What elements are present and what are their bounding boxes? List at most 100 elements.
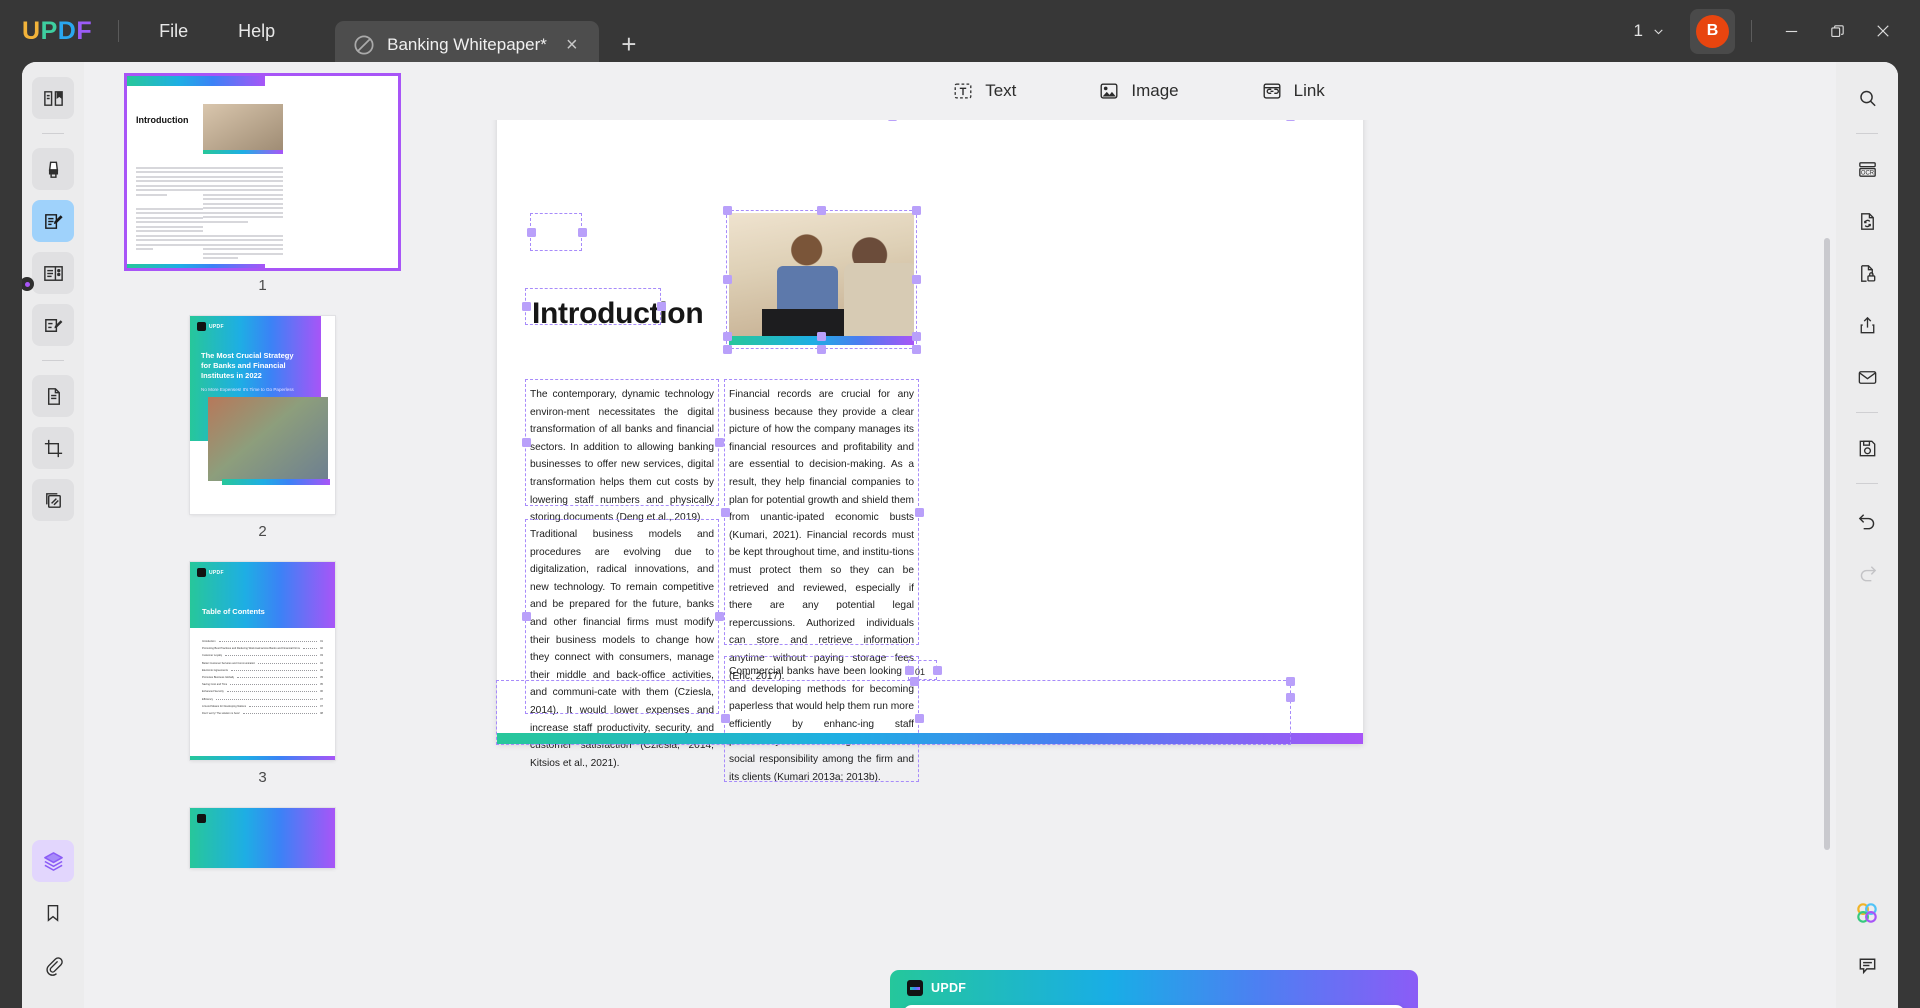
toc-row: Electronic Agreements 04 <box>202 669 323 672</box>
share-upload-icon[interactable] <box>1846 304 1888 346</box>
paragraph-left-2-handle-r[interactable] <box>715 612 724 621</box>
thumb-col-left-1 <box>136 164 203 253</box>
sidebar-item-layers[interactable] <box>32 840 74 882</box>
tab-close-icon[interactable]: × <box>559 34 585 57</box>
tab-title: Banking Whitepaper* <box>387 35 547 54</box>
paragraph-left-1[interactable]: The contemporary, dynamic technology env… <box>530 386 714 527</box>
header-handle-bm[interactable] <box>888 120 897 121</box>
thumb-photo-bar-1 <box>203 150 283 154</box>
toc-row-dots <box>249 705 318 707</box>
convert-file-icon[interactable] <box>1846 200 1888 242</box>
sidebar-item-bookmarks[interactable] <box>32 892 74 934</box>
thumb-brand-3: UPDF <box>197 568 224 577</box>
thumbnail-panel[interactable]: Introduction 1 UPDF The Most Crucial Str… <box>84 62 441 1008</box>
sidebar-item-fill-sign[interactable] <box>32 304 74 346</box>
toc-row-dots <box>302 648 318 650</box>
logo-letter-u: U <box>22 16 41 45</box>
empty-textbox-selection[interactable] <box>530 213 582 251</box>
envelope-icon[interactable] <box>1846 356 1888 398</box>
tool-add-text[interactable]: Text <box>939 73 1029 109</box>
sidebar-item-reader[interactable] <box>32 77 74 119</box>
thumbnail-page-3[interactable]: UPDF Table of Contents Introduction 01 Pro… <box>190 562 335 786</box>
photo-handle-bm[interactable] <box>817 345 826 354</box>
close-icon[interactable] <box>1860 11 1906 51</box>
footer-handle-tr[interactable] <box>1286 677 1295 686</box>
header-handle-br[interactable] <box>1286 120 1295 121</box>
thumb-brand-4 <box>197 814 206 823</box>
page-canvas[interactable]: Introduction The contemporary, dynamic t… <box>441 120 1836 1008</box>
window-controls-divider <box>1751 20 1752 42</box>
toc-row-label: A Good Means for Developing Nations <box>202 704 247 708</box>
tool-add-link[interactable]: Link <box>1248 73 1338 109</box>
minimize-icon[interactable] <box>1768 11 1814 51</box>
image-icon <box>1098 80 1120 102</box>
thumbnail-page-1[interactable]: Introduction 1 <box>127 76 398 294</box>
tool-add-text-label: Text <box>985 81 1017 100</box>
account-button[interactable]: B <box>1690 8 1735 54</box>
toc-row-page: 04 <box>320 661 323 665</box>
paragraph-right-2[interactable]: Commercial banks have been looking at an… <box>729 663 914 786</box>
empty-textbox-handle-l[interactable] <box>527 228 536 237</box>
toc-row-dots <box>230 669 318 671</box>
sidebar-item-annotate[interactable] <box>32 148 74 190</box>
toc-row: Introduction 01 <box>202 640 323 643</box>
right-rail-divider-1 <box>1856 133 1878 134</box>
paragraph-left-1-handle-r[interactable] <box>715 438 724 447</box>
sidebar-item-organize[interactable] <box>32 252 74 294</box>
title-bar: UPDF File Help Banking Whitepaper* × + 1… <box>0 0 1920 69</box>
document-lock-icon[interactable] <box>1846 252 1888 294</box>
new-tab-button[interactable]: + <box>607 22 651 66</box>
toc-row-page: 07 <box>320 697 323 701</box>
pdf-page-1[interactable]: Introduction The contemporary, dynamic t… <box>496 120 1363 783</box>
sidebar-item-attachments[interactable] <box>32 944 74 986</box>
right-toolbar: OCR <box>1836 62 1898 1008</box>
undo-icon[interactable] <box>1846 498 1888 540</box>
vertical-scrollbar[interactable] <box>1824 238 1830 850</box>
page-number-label[interactable]: 01 <box>915 667 925 677</box>
toc-row-page: 01 <box>320 640 323 643</box>
thumbnail-page-2[interactable]: UPDF The Most Crucial Strategy for Banks… <box>190 316 335 540</box>
save-disk-icon[interactable] <box>1846 427 1888 469</box>
toc-row: A Good Means for Developing Nations 07 <box>202 705 323 708</box>
paragraph-right-1-handle-r[interactable] <box>915 508 924 517</box>
search-icon[interactable] <box>1846 77 1888 119</box>
sidebar-item-crop[interactable] <box>32 427 74 469</box>
right-rail-divider-3 <box>1856 483 1878 484</box>
sidebar-item-edit[interactable] <box>32 200 74 242</box>
menu-help[interactable]: Help <box>220 15 293 48</box>
ocr-icon[interactable]: OCR <box>1846 148 1888 190</box>
sidebar-item-batch[interactable] <box>32 479 74 521</box>
floating-page-toolbar: UPDF 53% ▼ <box>890 970 1418 1008</box>
menu-file[interactable]: File <box>141 15 206 48</box>
redo-icon[interactable] <box>1846 550 1888 592</box>
page-heading[interactable]: Introduction <box>532 297 704 331</box>
empty-textbox-handle-r[interactable] <box>578 228 587 237</box>
paragraph-right-1[interactable]: Financial records are crucial for any bu… <box>729 386 914 685</box>
paragraph-right-2-handle-r[interactable] <box>915 714 924 723</box>
page-photo[interactable] <box>729 213 914 336</box>
photo-handle-br[interactable] <box>912 345 921 354</box>
edit-toolbar: Text Image Link <box>441 62 1836 120</box>
document-count-value: 1 <box>1633 21 1643 40</box>
footer-handle-r[interactable] <box>1286 693 1295 702</box>
document-count-selector[interactable]: 1 <box>1625 16 1674 46</box>
main-panel: Introduction 1 UPDF The Most Crucial Str… <box>22 62 1898 1008</box>
ai-flower-icon[interactable] <box>1846 892 1888 934</box>
toc-row-page: 03 <box>320 654 323 658</box>
page-number-handle-r[interactable] <box>933 666 942 675</box>
toc-row-label: Don't worry! The solution is here! <box>202 711 240 715</box>
text-box-icon <box>952 80 974 102</box>
thumb-brand-2: UPDF <box>197 322 224 331</box>
heading-handle-l[interactable] <box>522 302 531 311</box>
toc-row-dots <box>225 655 318 657</box>
comment-bubble-icon[interactable] <box>1846 944 1888 986</box>
photo-handle-bl[interactable] <box>723 345 732 354</box>
page-photo-gradient-bar <box>729 336 914 345</box>
thumbnail-page-4[interactable] <box>190 808 335 868</box>
tool-add-image-label: Image <box>1131 81 1179 100</box>
sidebar-item-convert[interactable] <box>32 375 74 417</box>
toc-row-page: 07 <box>320 704 323 708</box>
restore-icon[interactable] <box>1814 11 1860 51</box>
thumb-col-right-1 <box>203 164 283 262</box>
tool-add-image[interactable]: Image <box>1085 73 1191 109</box>
